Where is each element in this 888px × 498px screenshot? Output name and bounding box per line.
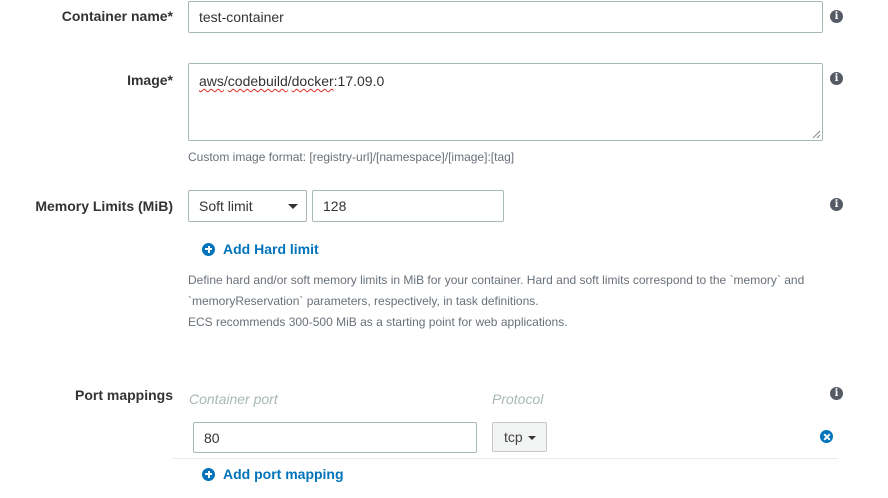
- image-label: Image*: [127, 72, 173, 88]
- protocol-column-header: Protocol: [492, 391, 544, 407]
- add-port-mapping-button[interactable]: Add port mapping: [202, 466, 344, 482]
- port-mappings-label: Port mappings: [74, 387, 173, 403]
- memory-limit-type-select[interactable]: Soft limit: [188, 190, 307, 222]
- memory-limit-value: 128: [323, 198, 347, 214]
- image-textarea[interactable]: aws/codebuild/docker:17.09.0: [188, 63, 823, 141]
- plus-circle-icon: [202, 467, 215, 481]
- image-format-help: Custom image format: [registry-url]/[nam…: [188, 150, 515, 164]
- chevron-down-icon: [288, 204, 298, 209]
- image-info-icon[interactable]: i: [830, 72, 843, 85]
- add-hard-limit-label: Add Hard limit: [223, 241, 319, 257]
- container-port-input[interactable]: 80: [193, 422, 477, 453]
- resize-grip-icon[interactable]: [812, 130, 821, 139]
- add-port-mapping-label: Add port mapping: [223, 466, 344, 482]
- container-port-column-header: Container port: [189, 391, 278, 407]
- memory-help-line-3: ECS recommends 300-500 MiB as a starting…: [188, 315, 568, 329]
- memory-limits-label: Memory Limits (MiB): [35, 198, 173, 214]
- plus-circle-icon: [202, 242, 215, 256]
- container-name-label: Container name*: [61, 8, 173, 24]
- container-name-info-icon[interactable]: i: [830, 10, 843, 23]
- protocol-dropdown[interactable]: tcp: [492, 422, 547, 452]
- container-port-value: 80: [204, 429, 220, 446]
- chevron-down-icon: [528, 436, 536, 440]
- protocol-value: tcp: [504, 429, 523, 445]
- memory-help-line-1: Define hard and/or soft memory limits in…: [188, 273, 805, 287]
- add-hard-limit-button[interactable]: Add Hard limit: [202, 241, 319, 257]
- remove-port-mapping-icon[interactable]: [820, 430, 833, 443]
- container-settings-form: Container name* test-container i Image* …: [0, 0, 888, 498]
- memory-limit-input[interactable]: 128: [312, 190, 504, 222]
- image-value: aws/codebuild/docker:17.09.0: [199, 73, 385, 89]
- memory-info-icon[interactable]: i: [830, 198, 843, 211]
- port-mappings-info-icon[interactable]: i: [830, 387, 843, 400]
- container-name-input[interactable]: test-container: [188, 1, 823, 33]
- container-name-value: test-container: [199, 9, 284, 25]
- memory-limit-type-value: Soft limit: [199, 198, 253, 214]
- port-row-divider: [172, 458, 838, 459]
- memory-help-line-2: `memoryReservation` parameters, respecti…: [188, 294, 539, 308]
